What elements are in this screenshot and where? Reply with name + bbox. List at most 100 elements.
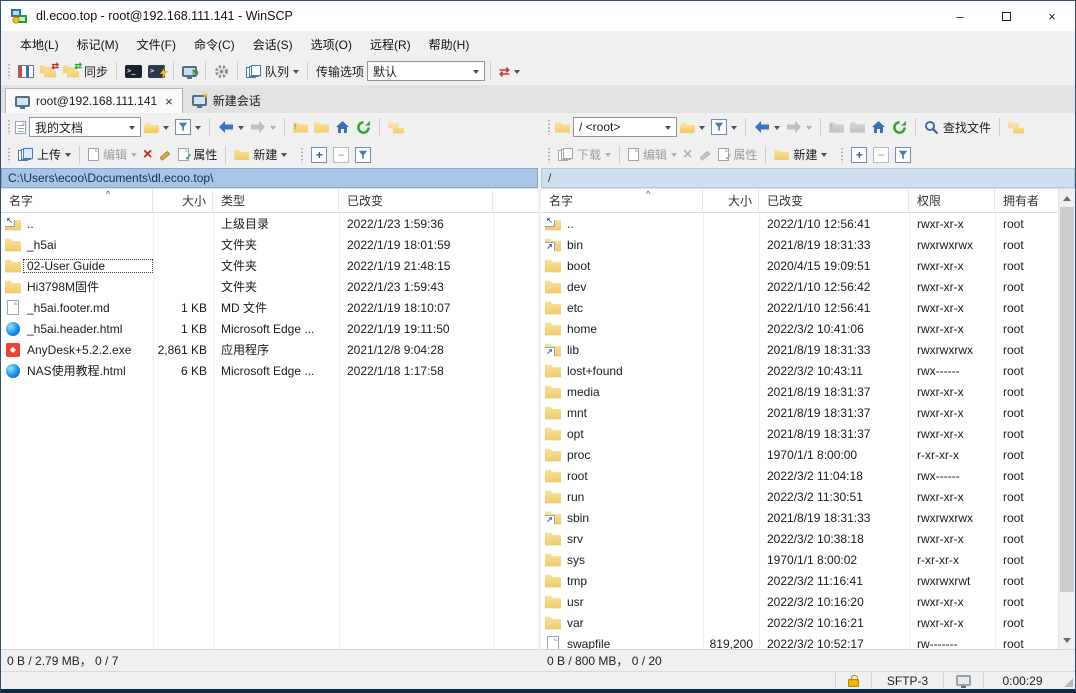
file-row[interactable]: run 2022/3/2 11:30:51 rwxr-xr-x root xyxy=(541,486,1058,507)
file-row[interactable]: sbin 2021/8/19 18:31:33 rwxrwxrwx root xyxy=(541,507,1058,528)
remote-follow-links-button[interactable] xyxy=(1005,118,1028,136)
file-row[interactable]: proc 1970/1/1 8:00:00 r-xr-xr-x root xyxy=(541,444,1058,465)
file-row[interactable]: boot 2020/4/15 19:09:51 rwxr-xr-x root xyxy=(541,255,1058,276)
remote-column-name[interactable]: 名字 ^ xyxy=(541,189,703,212)
local-refresh-button[interactable] xyxy=(353,118,374,137)
file-row[interactable]: _h5ai.footer.md 1 KB MD 文件 2022/1/19 18:… xyxy=(1,297,538,318)
file-row[interactable]: dev 2022/1/10 12:56:42 rwxr-xr-x root xyxy=(541,276,1058,297)
close-button[interactable]: × xyxy=(1029,1,1075,31)
queue-button[interactable]: 队列 xyxy=(243,61,302,82)
file-row[interactable]: media 2021/8/19 18:31:37 rwxr-xr-x root xyxy=(541,381,1058,402)
file-row[interactable]: swapfile 819,200 2022/3/2 10:52:17 rw---… xyxy=(541,633,1058,649)
download-button[interactable]: 下载 xyxy=(555,144,614,165)
remote-delete-button[interactable]: × xyxy=(680,146,695,164)
minimize-button[interactable]: – xyxy=(937,1,983,31)
remote-open-directory-button[interactable] xyxy=(677,119,708,136)
local-unselect-button[interactable]: − xyxy=(330,145,352,165)
file-row[interactable]: srv 2022/3/2 10:38:18 rwxr-xr-x root xyxy=(541,528,1058,549)
local-rename-button[interactable] xyxy=(155,146,175,163)
session-duration[interactable]: 0:00:29 xyxy=(983,672,1061,689)
local-filter-button[interactable] xyxy=(172,117,204,137)
file-row[interactable]: _h5ai.header.html 1 KB Microsoft Edge ..… xyxy=(1,318,538,339)
local-column-size[interactable]: 大小 xyxy=(153,189,213,212)
remote-refresh-button[interactable] xyxy=(889,118,910,137)
commander-layout-button[interactable] xyxy=(15,63,37,80)
file-row[interactable]: Hi3798M固件 文件夹 2022/1/23 1:59:43 xyxy=(1,276,538,297)
scroll-down-icon[interactable] xyxy=(1059,632,1075,649)
file-row[interactable]: 02-User Guide 文件夹 2022/1/19 21:48:15 xyxy=(1,255,538,276)
local-forward-button[interactable] xyxy=(247,118,279,136)
file-row[interactable]: .. 2022/1/10 12:56:41 rwxr-xr-x root xyxy=(541,213,1058,234)
menu-item[interactable]: 文件(F) xyxy=(128,33,185,56)
file-row[interactable]: usr 2022/3/2 10:16:20 rwxr-xr-x root xyxy=(541,591,1058,612)
transfer-preset-select[interactable]: 默认 xyxy=(367,61,485,81)
upload-button[interactable]: 上传 xyxy=(15,144,74,165)
file-row[interactable]: AnyDesk+5.2.2.exe 2,861 KB 应用程序 2021/12/… xyxy=(1,339,538,360)
local-open-directory-button[interactable] xyxy=(141,119,172,136)
file-row[interactable]: opt 2021/8/19 18:31:37 rwxr-xr-x root xyxy=(541,423,1058,444)
file-row[interactable]: sys 1970/1/1 8:00:02 r-xr-xr-x root xyxy=(541,549,1058,570)
open-terminal-button[interactable]: >_ xyxy=(122,63,145,80)
remote-parent-directory-button[interactable]: ↑ xyxy=(826,119,847,136)
local-back-button[interactable] xyxy=(215,118,247,136)
scroll-up-icon[interactable] xyxy=(1059,189,1075,206)
transfer-settings-button[interactable]: ⇄ xyxy=(496,63,523,80)
menu-item[interactable]: 本地(L) xyxy=(11,33,68,56)
local-column-name[interactable]: 名字 ^ xyxy=(1,189,153,212)
remote-column-owner[interactable]: 拥有者 xyxy=(995,189,1058,212)
local-select-button[interactable]: + xyxy=(308,145,330,165)
local-column-type[interactable]: 类型 xyxy=(213,189,339,212)
remote-select-filter-button[interactable] xyxy=(892,145,914,165)
local-column-changed[interactable]: 已改变 xyxy=(339,189,493,212)
remote-rename-button[interactable] xyxy=(695,146,715,163)
file-row[interactable]: mnt 2021/8/19 18:31:37 rwxr-xr-x root xyxy=(541,402,1058,423)
remote-column-rights[interactable]: 权限 xyxy=(909,189,995,212)
local-directory-select[interactable]: 我的文档 xyxy=(29,117,141,137)
remote-column-size[interactable]: 大小 xyxy=(703,189,759,212)
local-path-bar[interactable]: C:\Users\ecoo\Documents\dl.ecoo.top\ xyxy=(1,168,538,188)
local-delete-button[interactable]: × xyxy=(140,146,155,164)
menu-item[interactable]: 选项(O) xyxy=(302,33,361,56)
preferences-button[interactable] xyxy=(211,62,232,81)
menu-item[interactable]: 帮助(H) xyxy=(420,33,479,56)
menu-item[interactable]: 标记(M) xyxy=(68,33,128,56)
file-row[interactable]: _h5ai 文件夹 2022/1/19 18:01:59 xyxy=(1,234,538,255)
file-row[interactable]: .. 上级目录 2022/1/23 1:59:36 xyxy=(1,213,538,234)
encryption-status[interactable] xyxy=(835,672,871,689)
maximize-button[interactable] xyxy=(983,1,1029,31)
remote-new-button[interactable]: ★ 新建 xyxy=(771,144,830,165)
remote-unselect-button[interactable]: − xyxy=(870,145,892,165)
local-properties-button[interactable]: ✓ 属性 xyxy=(175,144,220,165)
synchronize-button[interactable]: ⇄ 同步 xyxy=(60,61,111,82)
session-tab[interactable]: root@192.168.111.141 × xyxy=(5,88,183,113)
connection-status[interactable] xyxy=(943,672,983,689)
queue-dropdown-icon[interactable] xyxy=(293,70,299,77)
local-parent-directory-button[interactable]: ↑ xyxy=(290,119,311,136)
menu-item[interactable]: 命令(C) xyxy=(185,33,244,56)
file-row[interactable]: bin 2021/8/19 18:31:33 rwxrwxrwx root xyxy=(541,234,1058,255)
file-row[interactable]: etc 2022/1/10 12:56:41 rwxr-xr-x root xyxy=(541,297,1058,318)
remote-back-button[interactable] xyxy=(751,118,783,136)
file-row[interactable]: tmp 2022/3/2 11:16:41 rwxrwxrwt root xyxy=(541,570,1058,591)
remote-home-button[interactable] xyxy=(868,118,889,136)
find-files-button[interactable]: 查找文件 xyxy=(921,117,994,138)
menu-item[interactable]: 远程(R) xyxy=(361,33,420,56)
open-console-button[interactable]: > xyxy=(145,63,168,80)
remote-filter-button[interactable] xyxy=(708,117,740,137)
remote-path-bar[interactable]: / xyxy=(541,168,1075,188)
file-row[interactable]: NAS使用教程.html 6 KB Microsoft Edge ... 202… xyxy=(1,360,538,381)
local-edit-button[interactable]: 编辑 xyxy=(85,144,140,165)
resize-grip[interactable] xyxy=(1061,672,1075,689)
protocol-status[interactable]: SFTP-3 xyxy=(871,672,943,689)
local-new-button[interactable]: ★ 新建 xyxy=(231,144,290,165)
session-tab-close-icon[interactable]: × xyxy=(165,94,173,109)
local-root-directory-button[interactable] xyxy=(311,119,332,136)
remote-directory-select[interactable]: / <root> xyxy=(573,117,677,137)
local-home-button[interactable] xyxy=(332,118,353,136)
local-select-filter-button[interactable] xyxy=(352,145,374,165)
file-row[interactable]: lost+found 2022/3/2 10:43:11 rwx------ r… xyxy=(541,360,1058,381)
remote-column-changed[interactable]: 已改变 xyxy=(759,189,909,212)
remote-properties-button[interactable]: ✓ 属性 xyxy=(715,144,760,165)
file-row[interactable]: var 2022/3/2 10:16:21 rwxr-xr-x root xyxy=(541,612,1058,633)
remote-select-button[interactable]: + xyxy=(848,145,870,165)
